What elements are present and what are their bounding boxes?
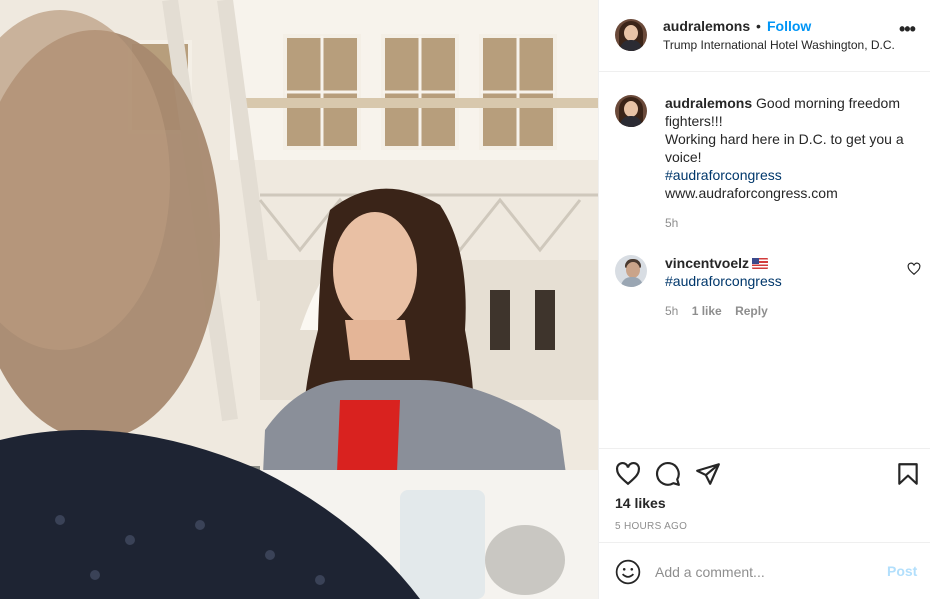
commenter-avatar[interactable] xyxy=(615,255,647,287)
photo-illustration xyxy=(0,0,598,599)
comment-timestamp[interactable]: 5h xyxy=(665,304,678,318)
heart-icon[interactable] xyxy=(615,461,641,487)
caption-line-2: Working hard here in D.C. to get you a v… xyxy=(665,131,904,165)
like-comment-heart-icon[interactable] xyxy=(907,262,921,276)
reply-button[interactable]: Reply xyxy=(735,304,768,318)
author-username[interactable]: audralemons xyxy=(663,18,750,34)
post-caption: audralemons Good morning freedom fighter… xyxy=(665,94,917,202)
add-comment-bar: Post xyxy=(599,542,930,599)
bookmark-icon[interactable] xyxy=(895,461,921,487)
caption-username[interactable]: audralemons xyxy=(665,95,752,111)
comment-hashtag[interactable]: #audraforcongress xyxy=(665,272,895,290)
share-icon[interactable] xyxy=(695,461,721,487)
more-options-icon[interactable]: ••• xyxy=(899,20,916,38)
post-side-panel: audralemons • Follow Trump International… xyxy=(598,0,930,599)
separator-dot: • xyxy=(756,18,761,34)
follow-button[interactable]: Follow xyxy=(767,18,811,34)
caption-author-avatar[interactable] xyxy=(615,95,647,127)
comment-item: vincentvoelz #audraforcongress xyxy=(665,254,895,290)
post-location[interactable]: Trump International Hotel Washington, D.… xyxy=(663,38,895,52)
comment-icon[interactable] xyxy=(655,461,681,487)
post-photo[interactable] xyxy=(0,0,598,599)
comment-likes[interactable]: 1 like xyxy=(692,304,722,318)
likes-count[interactable]: 14 likes xyxy=(615,495,666,511)
comments-list[interactable]: audralemons Good morning freedom fighter… xyxy=(599,72,930,448)
caption-timestamp[interactable]: 5h xyxy=(665,216,678,230)
post-comment-button[interactable]: Post xyxy=(887,563,917,579)
instagram-post-view: audralemons • Follow Trump International… xyxy=(0,0,930,599)
emoji-icon[interactable] xyxy=(615,559,641,585)
caption-website: www.audraforcongress.com xyxy=(665,185,838,201)
posted-time[interactable]: 5 HOURS AGO xyxy=(615,521,687,532)
comment-username[interactable]: vincentvoelz xyxy=(665,255,749,271)
author-avatar[interactable] xyxy=(615,19,647,51)
us-flag-icon xyxy=(752,258,769,269)
post-actions: 14 likes 5 HOURS AGO xyxy=(599,448,930,542)
caption-hashtag[interactable]: #audraforcongress xyxy=(665,166,917,184)
comment-meta: 5h 1 like Reply xyxy=(665,304,778,318)
post-header: audralemons • Follow Trump International… xyxy=(599,0,930,72)
comment-input[interactable] xyxy=(655,561,875,583)
